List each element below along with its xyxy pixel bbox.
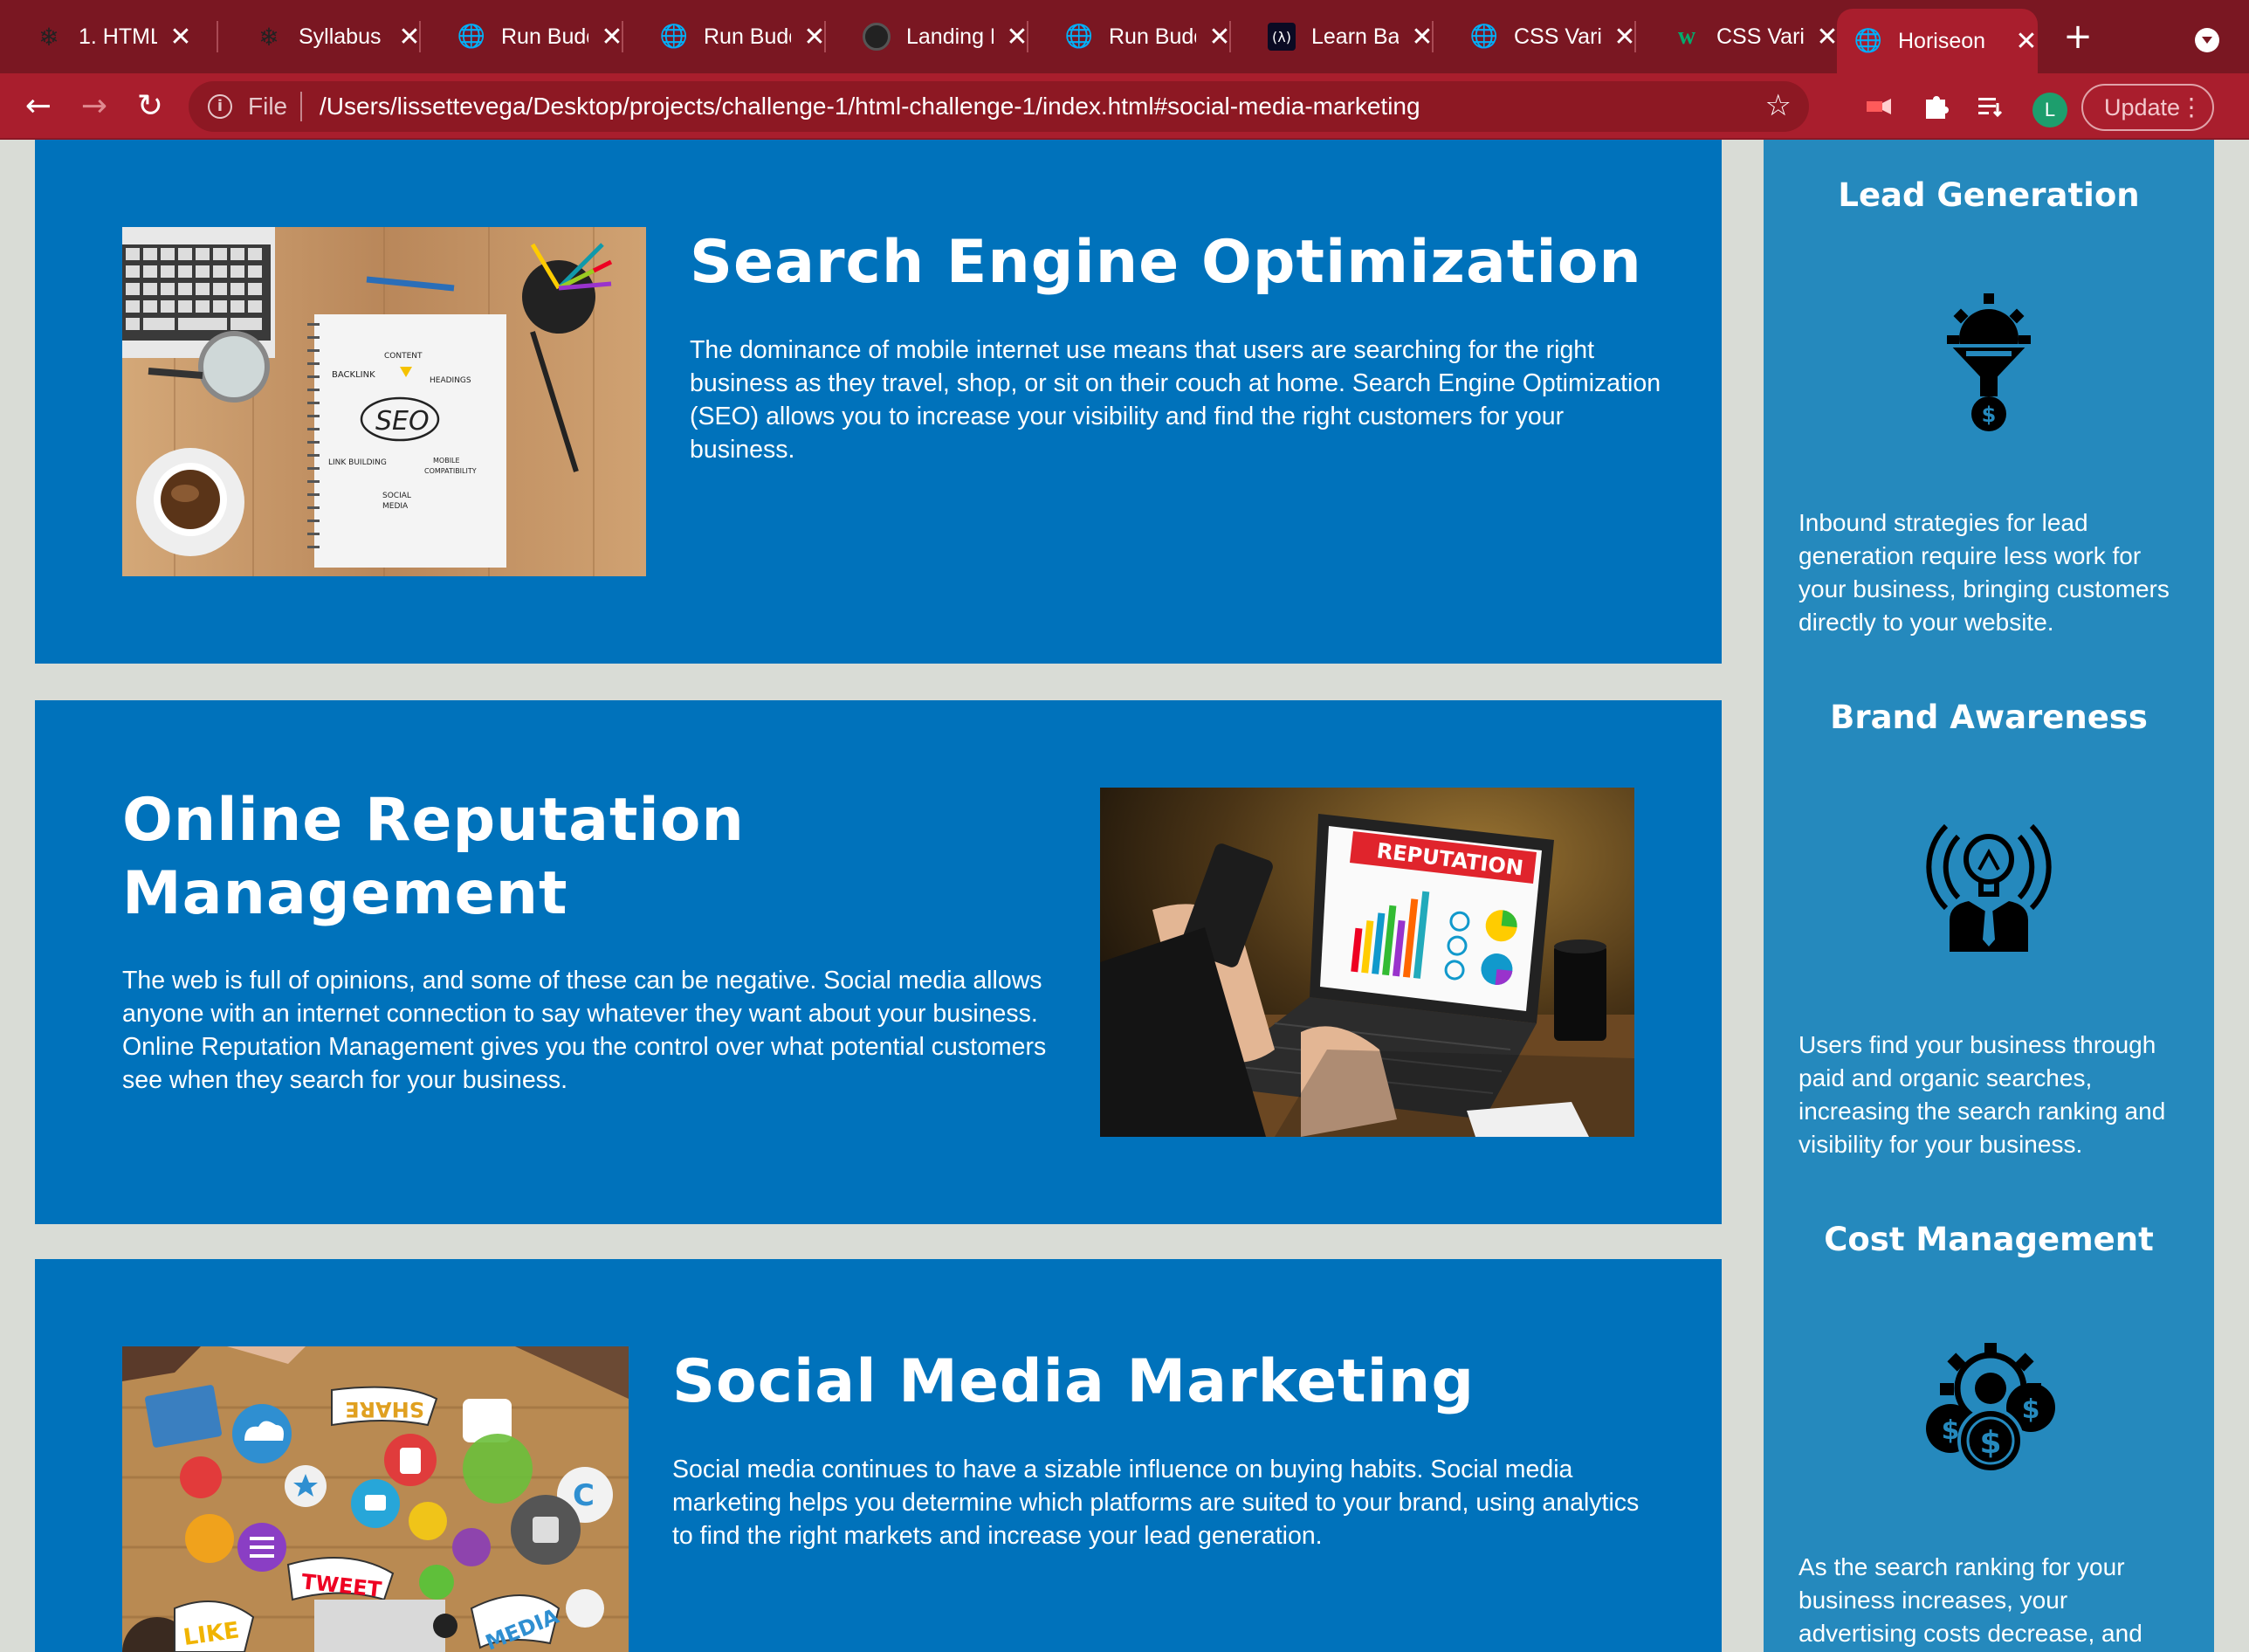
globe-icon: 🌐 bbox=[1854, 28, 1883, 54]
social-media-table-image: SHARE C TWEET LIKE MEDIA bbox=[122, 1346, 629, 1652]
menu-dots-icon[interactable]: ⋮ bbox=[2179, 93, 2204, 121]
article-online-reputation-management: Online Reputation Management The web is … bbox=[35, 700, 1722, 1224]
profile-avatar[interactable]: L bbox=[2032, 93, 2067, 127]
url-text[interactable]: /Users/lissettevega/Desktop/projects/cha… bbox=[320, 93, 1420, 120]
new-tab-button[interactable]: + bbox=[2057, 16, 2099, 58]
address-bar[interactable]: i File /Users/lissettevega/Desktop/proje… bbox=[189, 81, 1809, 132]
tab-search-button[interactable] bbox=[2195, 28, 2219, 52]
article-body: Social media continues to have a sizable… bbox=[672, 1456, 1640, 1550]
tab-html[interactable]: ❄ 1. HTML ✕ bbox=[0, 0, 218, 73]
ucf-pegasus-icon: ❄ bbox=[258, 22, 279, 52]
article-body: The dominance of mobile internet use mea… bbox=[690, 336, 1661, 464]
tab-css-variables-1[interactable]: 🌐 CSS Vari ✕ bbox=[1435, 0, 1636, 73]
update-button[interactable]: Update ⋮ bbox=[2081, 84, 2214, 131]
tab-run-buddy-1[interactable]: 🌐 Run Budd ✕ bbox=[423, 0, 623, 73]
article-title: Online Reputation Management bbox=[122, 786, 745, 928]
seo-notebook-image: CONTENT BACKLINK HEADINGS SEO LINK BUILD… bbox=[122, 227, 646, 576]
github-icon bbox=[863, 23, 891, 51]
benefit-body: Inbound strategies for lead generation r… bbox=[1799, 509, 2170, 636]
tab-run-buddy-2[interactable]: 🌐 Run Budd ✕ bbox=[625, 0, 826, 73]
cast-extension-icon[interactable] bbox=[1863, 91, 1895, 122]
reputation-laptop-image: REPUTATION bbox=[1100, 788, 1634, 1137]
w3schools-icon: w bbox=[1677, 23, 1696, 50]
close-tab-icon[interactable]: ✕ bbox=[1006, 22, 1028, 52]
article-title: Search Engine Optimization bbox=[690, 228, 1642, 297]
bookmark-star-icon[interactable]: ☆ bbox=[1765, 88, 1792, 123]
browser-toolbar: ← → ↻ i File /Users/lissettevega/Desktop… bbox=[0, 73, 2249, 140]
article-body: The web is full of opinions, and some of… bbox=[122, 967, 1047, 1094]
image-word-compatibility: COMPATIBILITY bbox=[424, 467, 477, 475]
image-word-mobile: MOBILE bbox=[433, 457, 460, 465]
article-title: Social Media Marketing bbox=[672, 1347, 1475, 1416]
ucf-pegasus-icon: ❄ bbox=[38, 22, 59, 52]
image-word-link-building: LINK BUILDING bbox=[328, 458, 387, 467]
globe-icon: 🌐 bbox=[1064, 24, 1094, 50]
tab-landing-page[interactable]: Landing P ✕ bbox=[828, 0, 1028, 73]
article-search-engine-optimization: CONTENT BACKLINK HEADINGS SEO LINK BUILD… bbox=[35, 140, 1722, 664]
svg-text:C: C bbox=[573, 1478, 595, 1513]
globe-icon: 🌐 bbox=[659, 24, 689, 50]
benefit-title: Brand Awareness bbox=[1830, 699, 2148, 736]
image-word-share: SHARE bbox=[345, 1397, 424, 1421]
close-tab-icon[interactable]: ✕ bbox=[2015, 26, 2038, 57]
svg-text:$: $ bbox=[1982, 403, 1997, 427]
tab-learn-basic[interactable]: (λ) Learn Ba ✕ bbox=[1233, 0, 1434, 73]
benefit-title: Cost Management bbox=[1824, 1221, 2154, 1258]
forward-button[interactable]: → bbox=[73, 86, 115, 127]
globe-icon: 🌐 bbox=[1469, 24, 1499, 50]
tab-css-variables-2[interactable]: w CSS Vari ✕ bbox=[1638, 0, 1839, 73]
close-tab-icon[interactable]: ✕ bbox=[803, 22, 826, 52]
benefits-sidebar: Lead Generation $ Inbound strategies for… bbox=[1764, 140, 2214, 1652]
close-tab-icon[interactable]: ✕ bbox=[601, 22, 623, 52]
image-word-backlink: BACKLINK bbox=[332, 370, 375, 380]
tab-strip: ❄ 1. HTML ✕ ❄ Syllabus ✕ 🌐 Run Budd ✕ 🌐 … bbox=[0, 0, 2249, 73]
close-tab-icon[interactable]: ✕ bbox=[1411, 22, 1434, 52]
reading-list-icon[interactable] bbox=[1975, 91, 2006, 122]
funnel-gear-dollar-icon: $ bbox=[1764, 293, 2214, 433]
tab-syllabus[interactable]: ❄ Syllabus ✕ bbox=[220, 0, 421, 73]
freecodecamp-icon: (λ) bbox=[1268, 23, 1296, 51]
benefit-body: As the search ranking for your business … bbox=[1799, 1553, 2142, 1647]
image-word-content: CONTENT bbox=[384, 352, 423, 361]
close-tab-icon[interactable]: ✕ bbox=[1613, 22, 1636, 52]
article-social-media-marketing: SHARE C TWEET LIKE MEDIA Social Media Ma… bbox=[35, 1259, 1722, 1652]
image-word-headings: HEADINGS bbox=[430, 376, 471, 385]
back-button[interactable]: ← bbox=[17, 86, 59, 127]
lightbulb-person-icon bbox=[1764, 817, 2214, 952]
close-tab-icon[interactable]: ✕ bbox=[1208, 22, 1231, 52]
reload-button[interactable]: ↻ bbox=[129, 86, 171, 127]
site-info-icon[interactable]: i bbox=[208, 94, 232, 119]
tab-horiseon[interactable]: 🌐 Horiseon ✕ bbox=[1837, 9, 2038, 73]
benefit-body: Users find your business through paid an… bbox=[1799, 1031, 2166, 1158]
image-word-social: SOCIAL bbox=[382, 492, 411, 500]
image-word-media: MEDIA bbox=[382, 502, 409, 511]
close-tab-icon[interactable]: ✕ bbox=[398, 22, 421, 52]
extensions-puzzle-icon[interactable] bbox=[1921, 91, 1952, 122]
globe-icon: 🌐 bbox=[457, 24, 486, 50]
gear-coins-icon: $ $ $ bbox=[1764, 1343, 2214, 1474]
svg-text:$: $ bbox=[1979, 1425, 2001, 1461]
svg-text:$: $ bbox=[1942, 1415, 1960, 1446]
tab-run-buddy-3[interactable]: 🌐 Run Budd ✕ bbox=[1030, 0, 1231, 73]
svg-text:$: $ bbox=[2022, 1394, 2040, 1425]
benefit-title: Lead Generation bbox=[1838, 176, 2140, 214]
close-tab-icon[interactable]: ✕ bbox=[1816, 22, 1839, 52]
image-word-seo: SEO bbox=[375, 406, 430, 437]
close-tab-icon[interactable]: ✕ bbox=[169, 22, 192, 52]
